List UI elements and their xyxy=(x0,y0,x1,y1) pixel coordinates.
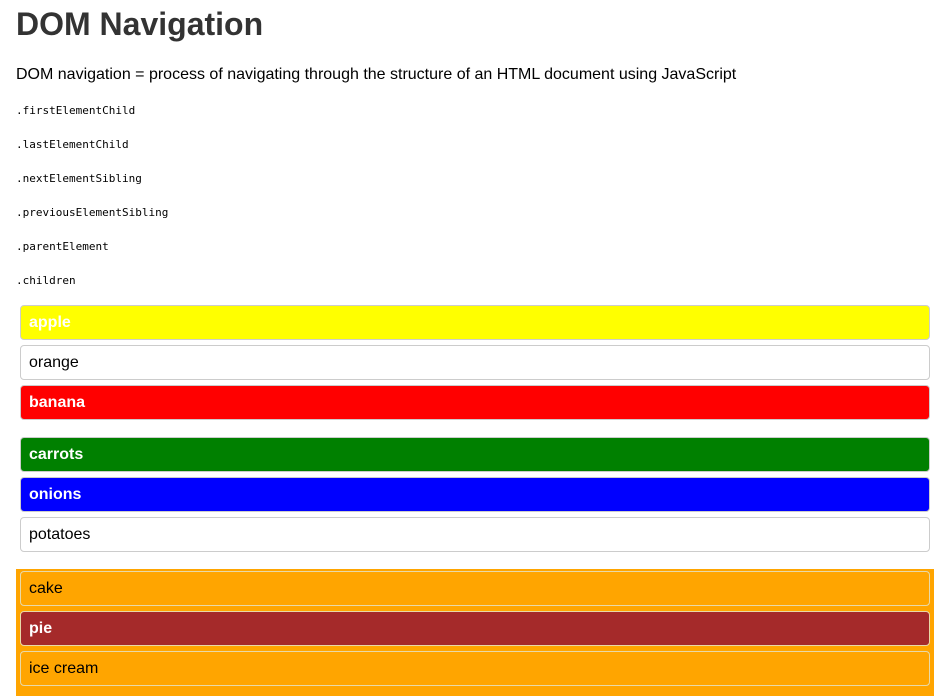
vegetables-list: carrots onions potatoes xyxy=(16,437,934,557)
method-item: .children xyxy=(16,274,76,287)
dessert-item-pie: pie xyxy=(20,611,930,646)
method-item: .lastElementChild xyxy=(16,138,129,151)
dessert-item-ice-cream: ice cream xyxy=(20,651,930,686)
method-item: .nextElementSibling xyxy=(16,172,142,185)
method-item: .previousElementSibling xyxy=(16,206,169,219)
vegetable-item-carrots: carrots xyxy=(20,437,930,472)
fruit-item-orange: orange xyxy=(20,345,930,380)
fruits-list: apple orange banana xyxy=(16,305,934,425)
fruit-item-apple: apple xyxy=(20,305,930,340)
method-item: .firstElementChild xyxy=(16,104,136,117)
vegetable-item-onions: onions xyxy=(20,477,930,512)
desserts-list: cake pie ice cream xyxy=(16,569,934,696)
methods-list: .firstElementChild .lastElementChild .ne… xyxy=(16,104,168,308)
dessert-item-cake: cake xyxy=(20,571,930,606)
method-item: .parentElement xyxy=(16,240,109,253)
intro-text: DOM navigation = process of navigating t… xyxy=(16,66,737,83)
page-title: DOM Navigation xyxy=(16,6,264,42)
fruit-item-banana: banana xyxy=(20,385,930,420)
vegetable-item-potatoes: potatoes xyxy=(20,517,930,552)
